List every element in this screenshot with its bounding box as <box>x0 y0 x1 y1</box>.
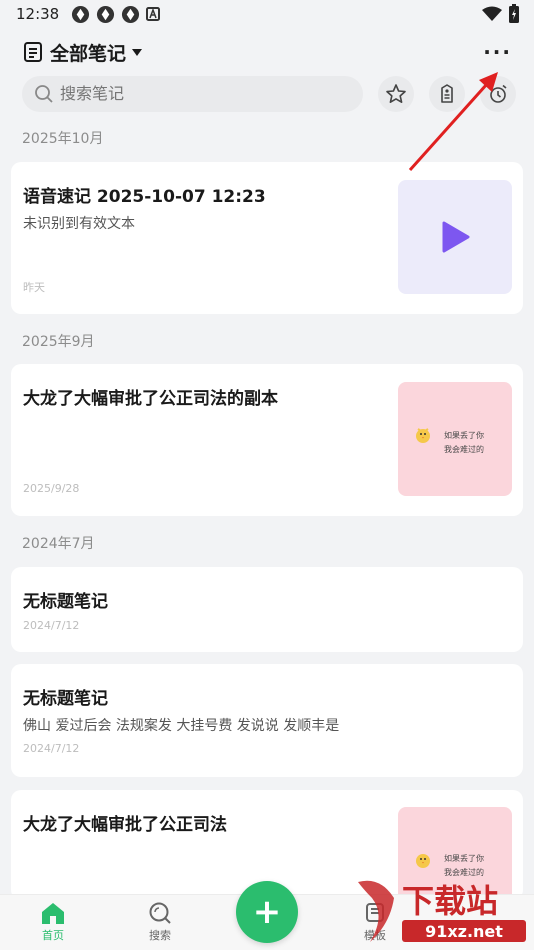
watermark-url: 91xz.net <box>425 922 503 941</box>
more-options-button[interactable]: ··· <box>477 42 518 62</box>
reminders-button[interactable] <box>480 75 516 112</box>
alarm-clock-icon <box>489 84 507 103</box>
section-label: 2025年9月 <box>22 334 95 350</box>
chick-sticker-icon <box>416 428 430 443</box>
note-preview: 未识别到有效文本 <box>23 216 135 232</box>
tags-button[interactable] <box>429 75 465 112</box>
section-label: 2025年10月 <box>22 131 104 147</box>
star-icon <box>386 83 406 103</box>
note-title: 无标题笔记 <box>23 592 108 612</box>
favorites-button[interactable] <box>378 75 414 112</box>
nav-home[interactable]: 首页 <box>23 901 83 943</box>
add-note-button[interactable]: + <box>236 881 298 943</box>
thumbnail-caption: 如果丢了你 <box>444 854 484 863</box>
font-notification-icon <box>146 7 161 21</box>
note-card[interactable]: 大龙了大幅审批了公正司法的副本 2025/9/28 如果丢了你 我会难过的 <box>11 364 523 516</box>
note-title: 大龙了大幅审批了公正司法的副本 <box>23 389 278 409</box>
app-notification-icon <box>72 5 90 23</box>
note-title: 无标题笔记 <box>23 689 108 709</box>
nav-search[interactable]: 搜索 <box>130 901 190 943</box>
status-notification-icons <box>71 5 161 24</box>
chick-sticker-icon <box>416 854 430 868</box>
wifi-icon <box>482 6 502 21</box>
tag-icon <box>441 83 453 103</box>
search-icon <box>35 84 53 103</box>
note-title: 大龙了大幅审批了公正司法 <box>23 815 227 835</box>
note-date: 2025/9/28 <box>23 482 80 495</box>
status-time: 12:38 <box>16 5 60 23</box>
nav-home-label: 首页 <box>42 929 64 942</box>
header: 全部笔记 ··· <box>22 36 518 68</box>
note-date: 2024/7/12 <box>23 619 80 632</box>
watermark-title: 下载站 <box>402 882 498 920</box>
search-row <box>22 75 522 112</box>
search-input[interactable] <box>60 84 330 103</box>
note-card[interactable]: 语音速记 2025-10-07 12:23 未识别到有效文本 昨天 <box>11 162 523 314</box>
app-notification-icon <box>122 5 140 23</box>
battery-icon <box>509 4 519 23</box>
notes-icon <box>24 42 42 62</box>
search-box[interactable] <box>22 75 363 112</box>
image-thumbnail: 如果丢了你 我会难过的 <box>398 382 512 496</box>
status-bar: 12:38 <box>0 0 534 28</box>
thumbnail-caption: 如果丢了你 <box>444 431 484 440</box>
note-preview: 佛山 爱过后会 法规案发 大挂号费 发说说 发顺丰是 <box>23 718 340 734</box>
note-card[interactable]: 无标题笔记 佛山 爱过后会 法规案发 大挂号费 发说说 发顺丰是 2024/7/… <box>11 664 523 777</box>
voice-thumbnail <box>398 180 512 294</box>
home-icon <box>42 903 64 924</box>
play-icon <box>442 221 470 253</box>
note-date: 2024/7/12 <box>23 742 80 755</box>
page-title[interactable]: 全部笔记 <box>50 39 126 66</box>
section-label: 2024年7月 <box>22 536 95 552</box>
status-system-icons <box>482 4 520 24</box>
note-card[interactable]: 无标题笔记 2024/7/12 <box>11 567 523 652</box>
note-title: 语音速记 2025-10-07 12:23 <box>23 187 266 207</box>
thumbnail-caption: 我会难过的 <box>444 445 484 454</box>
note-date: 昨天 <box>23 281 45 294</box>
site-watermark-logo: 下载站 91xz.net <box>358 880 526 942</box>
app-notification-icon <box>97 5 115 23</box>
chevron-down-icon[interactable] <box>132 48 143 56</box>
nav-search-label: 搜索 <box>149 929 171 942</box>
search-icon <box>149 902 171 924</box>
